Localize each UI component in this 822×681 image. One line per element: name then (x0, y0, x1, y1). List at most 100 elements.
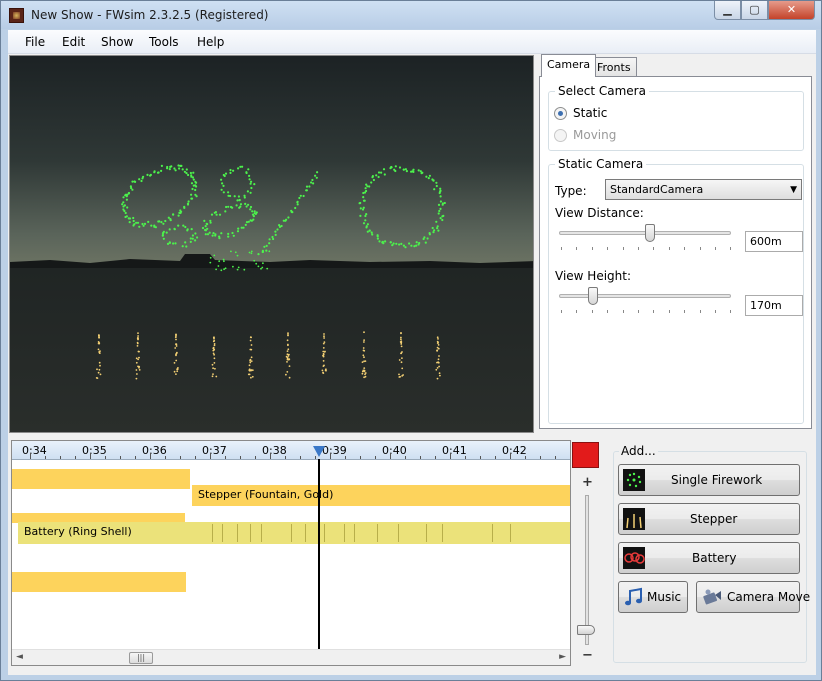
record-stop-button[interactable] (572, 442, 599, 468)
ruler-tick (120, 456, 121, 459)
spark (323, 364, 325, 367)
spark (238, 199, 241, 202)
spark (214, 367, 216, 370)
timeline[interactable]: 0:34 0:35 0:36 0:37 0:38 0:39 0:40 0:41 … (11, 440, 571, 666)
spark (437, 347, 440, 350)
slider-tick (668, 247, 670, 250)
scroll-left-icon[interactable]: ◄ (16, 652, 23, 662)
spark (363, 367, 366, 369)
spark (223, 268, 226, 271)
view-distance-slider[interactable] (645, 224, 656, 242)
tab-camera[interactable]: Camera (541, 54, 597, 77)
add-battery-button[interactable]: Battery (618, 542, 800, 574)
tab-fronts[interactable]: Fronts (591, 57, 637, 77)
spark (173, 362, 176, 364)
zoom-in-icon[interactable]: + (582, 475, 593, 490)
spark (225, 205, 228, 209)
add-camera-move-button[interactable]: Camera Move (696, 581, 810, 613)
moving-label[interactable]: Moving (573, 128, 616, 142)
spark (223, 260, 225, 263)
tick-label: 0:34 (22, 444, 47, 457)
ground (10, 268, 533, 432)
spark (164, 219, 167, 223)
ruler-tick (480, 456, 481, 459)
cue-mark (354, 524, 355, 542)
view-height-track[interactable] (559, 294, 731, 298)
playhead-line[interactable] (318, 459, 320, 650)
spark (236, 254, 239, 257)
spark (250, 180, 253, 183)
minimize-button[interactable]: ▁ (714, 1, 741, 20)
spark (359, 207, 362, 210)
spark (250, 356, 253, 359)
battery-clip[interactable]: Battery (Ring Shell) (18, 522, 570, 544)
spark (400, 361, 403, 364)
spark (187, 200, 190, 203)
add-stepper-button[interactable]: Stepper (618, 503, 800, 535)
static-label[interactable]: Static (573, 106, 607, 120)
title-bar[interactable]: New Show - FWsim 2.3.2.5 (Registered) ▁ … (1, 1, 821, 29)
spark (174, 169, 177, 172)
spark (260, 267, 262, 270)
spark (236, 230, 240, 233)
stepper-clip-label: Stepper (Fountain, Gold) (198, 488, 334, 501)
preview-viewport[interactable] (9, 55, 534, 433)
timeline-scrollbar[interactable]: ◄ ||| ► (12, 649, 570, 665)
maximize-button[interactable]: ▢ (741, 1, 768, 20)
spark (287, 332, 289, 335)
slider-tick (668, 310, 670, 313)
add-single-firework-button[interactable]: Single Firework (618, 464, 800, 496)
zoom-slider[interactable] (577, 625, 595, 635)
view-distance-input[interactable]: 600m (745, 231, 803, 252)
menu-file[interactable]: File (25, 35, 45, 49)
battery-clip-label: Battery (Ring Shell) (24, 525, 132, 538)
menu-help[interactable]: Help (197, 35, 224, 49)
menu-show[interactable]: Show (101, 35, 133, 49)
spark (438, 372, 441, 375)
close-button[interactable]: ✕ (768, 1, 815, 20)
stepper-clip[interactable]: Stepper (Fountain, Gold) (192, 485, 570, 506)
spark (249, 205, 253, 209)
spark (231, 206, 234, 209)
static-camera-group: Static Camera Type: StandardCamera ▼ Vie… (548, 157, 804, 424)
camera-type-select[interactable]: StandardCamera ▼ (605, 179, 802, 200)
spark (206, 227, 209, 230)
menu-tools[interactable]: Tools (149, 35, 179, 49)
spark (182, 224, 185, 227)
spark (150, 224, 153, 227)
spark (184, 225, 187, 229)
view-height-input[interactable]: 170m (745, 295, 803, 316)
add-music-button[interactable]: Music (618, 581, 688, 613)
scroll-thumb[interactable]: ||| (129, 652, 153, 664)
spark (211, 234, 214, 237)
timeline-clip[interactable] (12, 469, 190, 489)
spark (234, 251, 237, 254)
spark (322, 347, 325, 349)
spark (405, 170, 408, 173)
spark (250, 376, 252, 379)
spark (271, 235, 274, 239)
spark (322, 350, 325, 353)
spark (179, 209, 182, 212)
scroll-right-icon[interactable]: ► (559, 652, 566, 662)
playhead-marker-icon[interactable] (313, 446, 325, 457)
time-ruler[interactable]: 0:34 0:35 0:36 0:37 0:38 0:39 0:40 0:41 … (12, 441, 570, 460)
spark (250, 186, 253, 190)
spark (435, 181, 438, 184)
view-height-slider[interactable] (587, 287, 598, 305)
menu-edit[interactable]: Edit (62, 35, 85, 49)
static-radio[interactable] (554, 107, 567, 120)
zoom-track[interactable] (585, 495, 589, 645)
cue-mark (291, 524, 292, 542)
spark (222, 184, 225, 187)
spark (160, 169, 163, 172)
spark (135, 221, 138, 224)
spark (432, 179, 435, 182)
ruler-tick (210, 453, 211, 459)
ruler-tick (60, 456, 61, 459)
timeline-clip[interactable] (12, 572, 186, 592)
ruler-tick (450, 453, 451, 459)
ruler-tick (240, 456, 241, 459)
zoom-out-icon[interactable]: − (582, 648, 593, 663)
moving-radio[interactable] (554, 129, 567, 142)
